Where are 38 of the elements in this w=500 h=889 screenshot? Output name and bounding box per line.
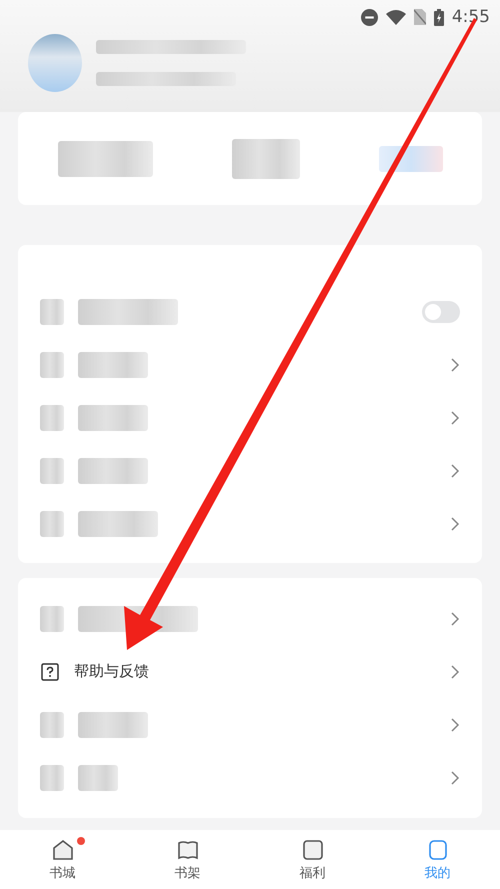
nav-tab[interactable]: 福利 [250,830,375,889]
clock-time: 4:55 [452,7,490,27]
nav-tab[interactable]: 书城 [0,830,125,889]
wifi-icon [386,10,406,24]
help-icon [40,662,60,682]
blurred-label[interactable] [78,712,148,738]
do-not-disturb-icon [360,8,378,26]
blurred-icon [40,510,64,536]
blurred-icon [40,606,64,632]
blurred-label[interactable] [78,404,148,430]
blurred-label[interactable] [78,458,148,484]
blurred-label[interactable] [78,764,118,790]
blurred-label[interactable] [78,352,148,378]
blurred-stat [232,138,300,178]
chevron-right-icon [450,462,460,478]
no-sim-icon [414,9,426,25]
chevron-right-icon [450,610,460,626]
chevron-right-icon [450,664,460,680]
blurred-icon [40,404,64,430]
toggle-switch[interactable] [422,300,460,322]
blurred-icon [40,712,64,738]
blurred-icon [40,298,64,324]
house-icon [50,838,74,862]
battery-charging-icon [434,8,444,26]
blurred-icon [40,352,64,378]
chevron-right-icon [450,410,460,426]
blurred-icon [40,764,64,790]
chevron-right-icon [450,770,460,786]
blurred-label[interactable] [78,510,158,536]
square-icon [300,838,324,862]
chevron-right-icon [450,716,460,732]
menu-item-label[interactable]: 帮助与反馈 [74,662,436,681]
nav-tab[interactable]: 书架 [125,830,250,889]
blurred-badge [378,146,442,172]
chevron-right-icon [450,516,460,532]
blurred-label[interactable] [78,298,178,324]
chevron-right-icon [450,356,460,372]
blurred-icon [40,458,64,484]
